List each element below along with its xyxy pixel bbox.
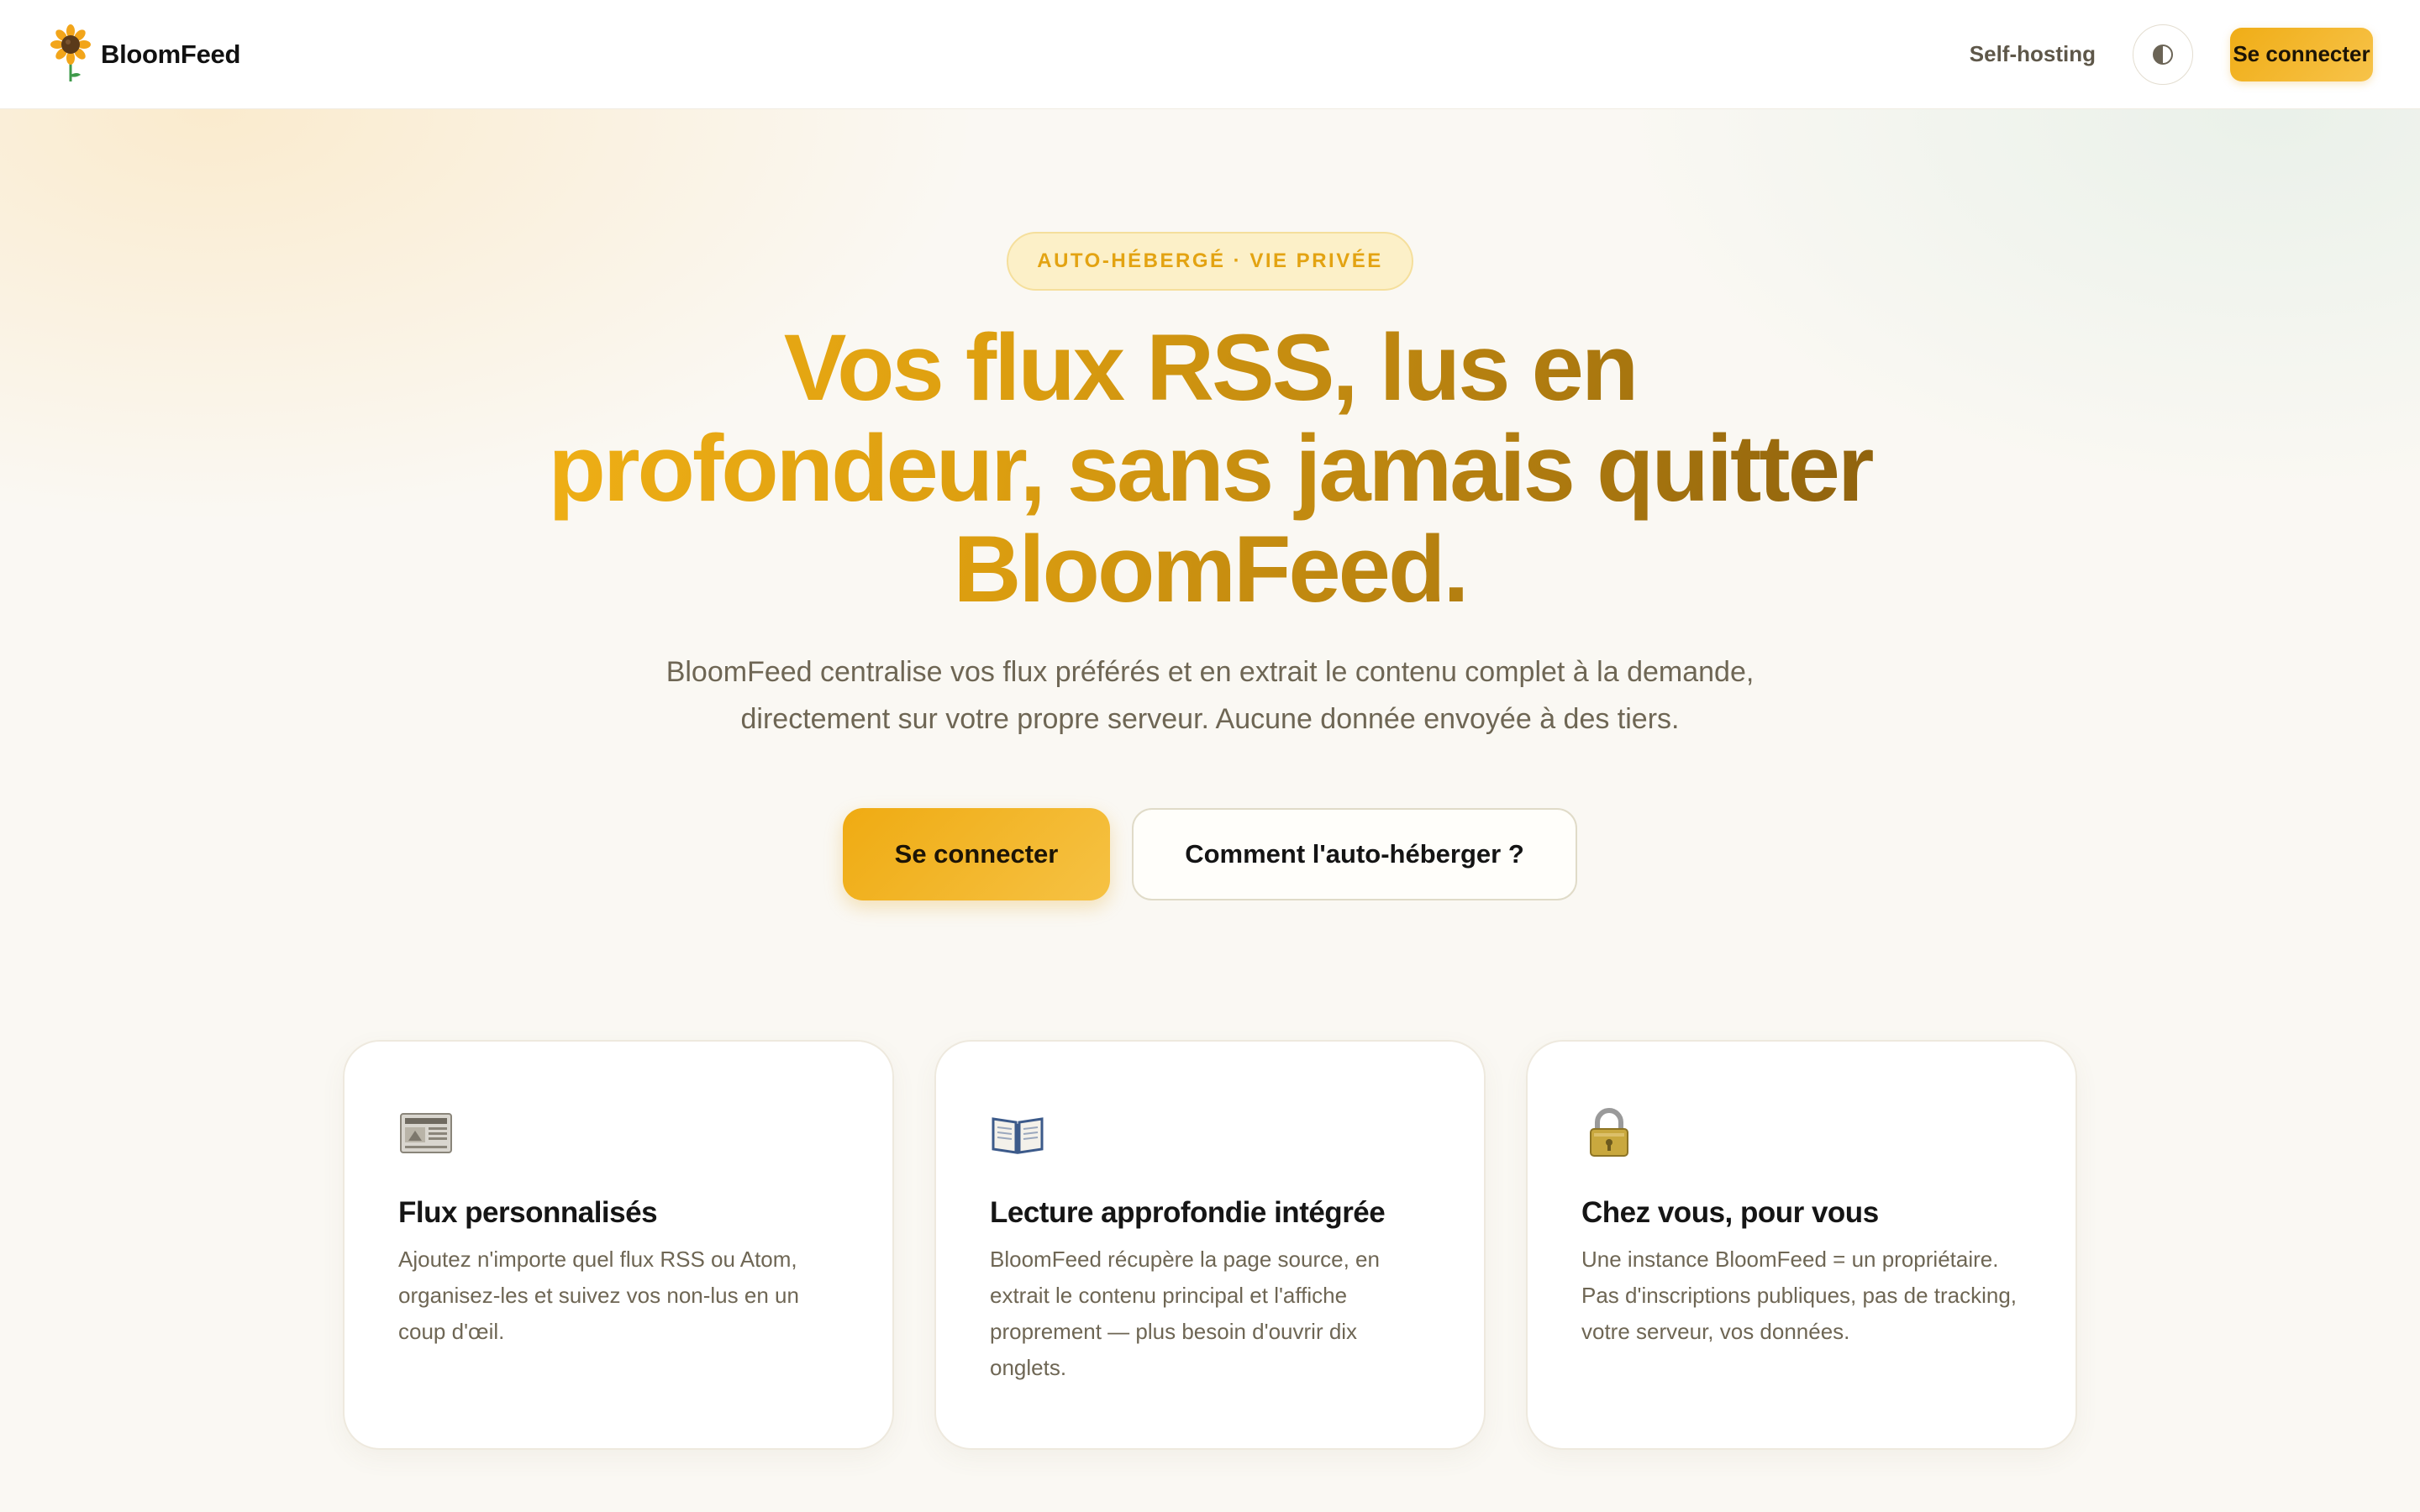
half-circle-contrast-icon xyxy=(2153,44,2173,65)
header-login-button[interactable]: Se connecter xyxy=(2230,27,2373,81)
top-navbar: BloomFeed Self-hosting Se connecter xyxy=(0,0,2420,109)
hero-section: AUTO-HÉBERGÉ · VIE PRIVÉE Vos flux RSS, … xyxy=(0,109,2420,900)
feature-description: BloomFeed récupère la page source, en ex… xyxy=(990,1247,1380,1380)
brand-name: BloomFeed xyxy=(101,39,241,69)
feature-card-deep-reading: Lecture approfondie intégrée BloomFeed r… xyxy=(934,1040,1486,1450)
theme-toggle-button[interactable] xyxy=(2133,24,2193,85)
login-button[interactable]: Se connecter xyxy=(843,808,1110,900)
open-book-icon xyxy=(992,1117,1044,1154)
header-nav: Self-hosting Se connecter xyxy=(1970,24,2373,85)
brand[interactable]: BloomFeed xyxy=(47,24,240,85)
feature-card-custom-feeds: Flux personnalisés Ajoutez n'importe que… xyxy=(343,1040,894,1450)
feature-title: Flux personnalisés xyxy=(398,1196,658,1229)
feature-title: Chez vous, pour vous xyxy=(1581,1196,1879,1229)
hero-cta-row: Se connecter Comment l'auto-héberger ? xyxy=(843,808,1577,900)
newspaper-icon xyxy=(400,1113,452,1153)
self-hosting-link[interactable]: Self-hosting xyxy=(1970,41,2096,67)
feature-card-privacy: Chez vous, pour vous Une instance BloomF… xyxy=(1526,1040,2077,1450)
hero-title: Vos flux RSS, lus en profondeur, sans ja… xyxy=(529,318,1891,620)
self-host-guide-button[interactable]: Comment l'auto-héberger ? xyxy=(1132,808,1577,900)
feature-description: Une instance BloomFeed = un propriétaire… xyxy=(1581,1247,2018,1344)
feature-description: Ajoutez n'importe quel flux RSS ou Atom,… xyxy=(398,1247,799,1344)
lock-icon xyxy=(1590,1108,1628,1157)
sunflower-logo-icon xyxy=(50,24,91,81)
feature-title: Lecture approfondie intégrée xyxy=(990,1196,1386,1229)
hero-subtitle: BloomFeed centralise vos flux préférés e… xyxy=(666,656,1754,735)
hero-badge: AUTO-HÉBERGÉ · VIE PRIVÉE xyxy=(1007,232,1413,291)
features-section: Flux personnalisés Ajoutez n'importe que… xyxy=(343,1040,2077,1450)
